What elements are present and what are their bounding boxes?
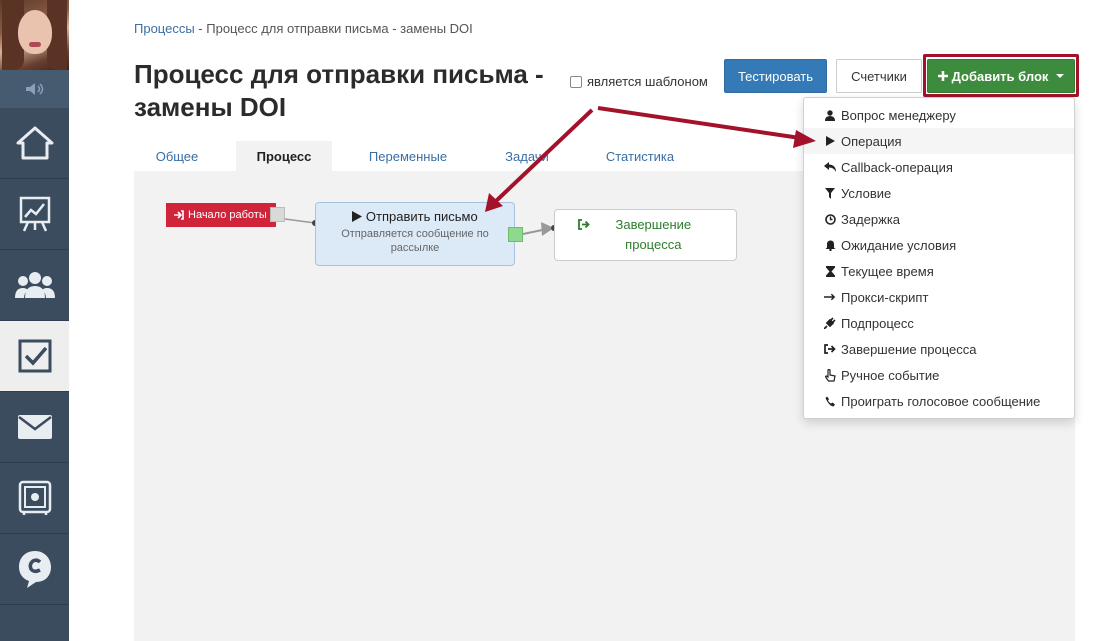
nav-processes[interactable] bbox=[0, 321, 69, 392]
page-title: Процесс для отправки письма - замены DOI bbox=[134, 59, 544, 122]
user-icon bbox=[824, 109, 836, 121]
plug-icon bbox=[824, 317, 836, 329]
envelope-icon bbox=[17, 415, 52, 439]
arrow-right-icon bbox=[824, 291, 836, 303]
dropdown-item-label: Прокси-скрипт bbox=[841, 289, 929, 305]
flow-node-end[interactable]: Завершение процесса bbox=[554, 209, 737, 261]
bell-icon bbox=[824, 239, 836, 251]
hourglass-icon bbox=[824, 265, 836, 277]
flow-node-start[interactable]: Начало работы bbox=[166, 203, 276, 227]
template-checkbox-label: является шаблоном bbox=[587, 74, 708, 89]
play-icon bbox=[352, 211, 363, 222]
dropdown-item-manager-question[interactable]: Вопрос менеджеру bbox=[804, 102, 1074, 128]
operation-title: Отправить письмо bbox=[365, 209, 478, 224]
tab-process[interactable]: Процесс bbox=[236, 141, 332, 171]
nav-home[interactable] bbox=[0, 108, 69, 179]
sign-out-icon bbox=[824, 343, 836, 355]
dropdown-item-proxy-script[interactable]: Прокси-скрипт bbox=[804, 284, 1074, 310]
dropdown-item-voice-message[interactable]: Проиграть голосовое сообщение bbox=[804, 388, 1074, 414]
end-label: Завершение процесса bbox=[615, 217, 692, 252]
dropdown-item-label: Условие bbox=[841, 185, 892, 201]
add-block-button[interactable]: Добавить блок bbox=[927, 59, 1075, 93]
dropdown-item-label: Ожидание условия bbox=[841, 237, 957, 253]
dropdown-item-label: Подпроцесс bbox=[841, 315, 914, 331]
tab-tasks[interactable]: Задачи bbox=[492, 141, 562, 171]
dropdown-item-wait-condition[interactable]: Ожидание условия bbox=[804, 232, 1074, 258]
nav-safe[interactable] bbox=[0, 463, 69, 534]
dropdown-item-label: Проиграть голосовое сообщение bbox=[841, 393, 1041, 409]
caret-down-icon bbox=[1056, 74, 1065, 78]
nav-chat[interactable] bbox=[0, 534, 69, 605]
dropdown-item-subprocess[interactable]: Подпроцесс bbox=[804, 310, 1074, 336]
counters-button[interactable]: Счетчики bbox=[836, 59, 922, 93]
users-icon bbox=[14, 272, 55, 298]
home-icon bbox=[16, 126, 53, 160]
tab-variables[interactable]: Переменные bbox=[356, 141, 460, 171]
dropdown-item-manual-event[interactable]: Ручное событие bbox=[804, 362, 1074, 388]
sign-in-icon bbox=[174, 210, 184, 220]
sign-out-icon bbox=[577, 219, 590, 230]
filter-icon bbox=[824, 187, 836, 199]
hand-pointer-icon bbox=[824, 368, 836, 382]
dropdown-item-label: Ручное событие bbox=[841, 367, 940, 383]
dropdown-item-current-time[interactable]: Текущее время bbox=[804, 258, 1074, 284]
dropdown-item-label: Текущее время bbox=[841, 263, 934, 279]
dropdown-item-label: Завершение процесса bbox=[841, 341, 977, 357]
chart-board-icon bbox=[19, 196, 50, 232]
phone-icon bbox=[824, 395, 836, 407]
dropdown-item-operation[interactable]: Операция bbox=[804, 128, 1074, 154]
speaker-icon bbox=[25, 83, 43, 95]
play-icon bbox=[824, 135, 836, 147]
add-block-dropdown: Вопрос менеджеру Операция Callback-опера… bbox=[803, 97, 1075, 419]
add-block-label: Добавить блок bbox=[951, 68, 1049, 84]
sidebar bbox=[0, 0, 69, 641]
sound-toggle[interactable] bbox=[0, 70, 69, 108]
operation-description: Отправляется сообщение по рассылке bbox=[341, 228, 489, 254]
dropdown-item-label: Callback-операция bbox=[841, 159, 953, 175]
chat-bubble-icon bbox=[18, 551, 51, 588]
nav-analytics[interactable] bbox=[0, 179, 69, 250]
checkbox-box[interactable] bbox=[570, 75, 582, 88]
operation-output-port[interactable] bbox=[508, 227, 523, 242]
dropdown-item-condition[interactable]: Условие bbox=[804, 180, 1074, 206]
breadcrumb-separator: - bbox=[194, 21, 207, 36]
reply-icon bbox=[824, 161, 836, 173]
flow-node-operation[interactable]: Отправить письмо Отправляется сообщение … bbox=[315, 202, 515, 266]
dropdown-item-label: Задержка bbox=[841, 211, 901, 227]
plus-icon bbox=[937, 71, 948, 81]
dropdown-item-callback[interactable]: Callback-операция bbox=[804, 154, 1074, 180]
breadcrumb-link-processes[interactable]: Процессы bbox=[134, 21, 195, 36]
start-label: Начало работы bbox=[188, 209, 267, 221]
breadcrumb: Процессы - Процесс для отправки письма -… bbox=[134, 21, 473, 36]
tab-statistics[interactable]: Статистика bbox=[592, 141, 688, 171]
avatar[interactable] bbox=[0, 0, 69, 70]
nav-contacts[interactable] bbox=[0, 250, 69, 321]
tab-general[interactable]: Общее bbox=[134, 141, 220, 171]
start-output-port[interactable] bbox=[270, 207, 285, 222]
nav-mail[interactable] bbox=[0, 392, 69, 463]
dropdown-item-delay[interactable]: Задержка bbox=[804, 206, 1074, 232]
clock-icon bbox=[824, 213, 836, 225]
dropdown-item-label: Операция bbox=[841, 133, 902, 149]
breadcrumb-current: Процесс для отправки письма - замены DOI bbox=[206, 21, 473, 36]
dropdown-item-label: Вопрос менеджеру bbox=[841, 107, 956, 123]
template-checkbox[interactable]: является шаблоном bbox=[570, 74, 708, 89]
test-button[interactable]: Тестировать bbox=[724, 59, 827, 93]
safe-icon bbox=[18, 480, 51, 515]
checkbox-icon bbox=[18, 339, 51, 373]
dropdown-item-end-process[interactable]: Завершение процесса bbox=[804, 336, 1074, 362]
